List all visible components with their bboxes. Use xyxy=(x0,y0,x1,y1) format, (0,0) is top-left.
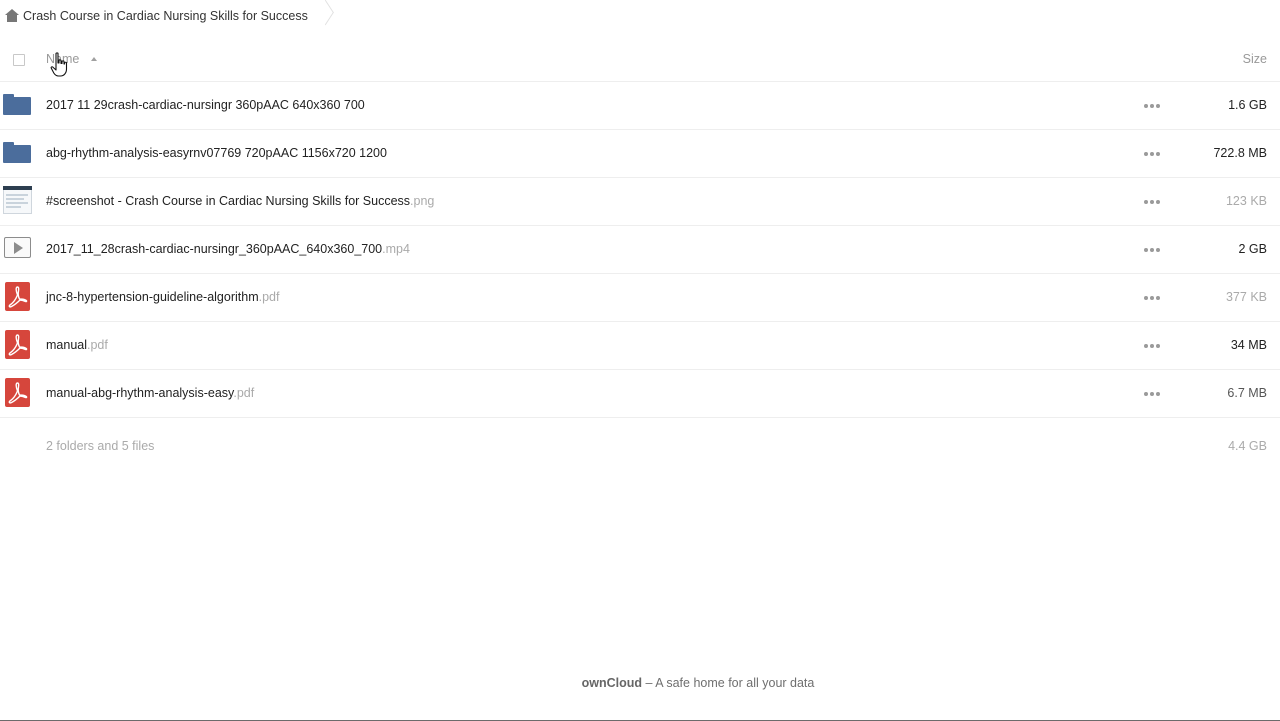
file-basename: jnc-8-hypertension-guideline-algorithm xyxy=(46,290,259,304)
file-count: 2 folders and 5 files xyxy=(46,439,155,453)
footer-tagline: – A safe home for all your data xyxy=(642,676,815,690)
file-basename: 2017 11 29crash-cardiac-nursingr 360pAAC… xyxy=(46,98,365,112)
file-size: 34 MB xyxy=(1230,338,1267,352)
image-icon[interactable] xyxy=(3,186,32,216)
file-size: 2 GB xyxy=(1238,242,1268,256)
file-row[interactable]: 2017 11 29crash-cardiac-nursingr 360pAAC… xyxy=(0,82,1280,130)
file-basename: 2017_11_28crash-cardiac-nursingr_360pAAC… xyxy=(46,242,383,256)
file-row[interactable]: 2017_11_28crash-cardiac-nursingr_360pAAC… xyxy=(0,226,1280,274)
file-list-header: Name Size xyxy=(0,36,1280,82)
file-basename: #screenshot - Crash Course in Cardiac Nu… xyxy=(46,194,411,208)
file-list: 2017 11 29crash-cardiac-nursingr 360pAAC… xyxy=(0,82,1280,418)
breadcrumb-current-folder[interactable]: Crash Course in Cardiac Nursing Skills f… xyxy=(23,9,308,23)
file-name[interactable]: manual-abg-rhythm-analysis-easy.pdf xyxy=(46,386,254,400)
more-actions-icon[interactable] xyxy=(1144,104,1160,108)
file-size: 722.8 MB xyxy=(1213,146,1267,160)
file-row[interactable]: manual-abg-rhythm-analysis-easy.pdf 6.7 M… xyxy=(0,370,1280,418)
file-basename: manual xyxy=(46,338,87,352)
folder-icon[interactable] xyxy=(3,90,32,120)
more-actions-icon[interactable] xyxy=(1144,248,1160,252)
file-name[interactable]: manual.pdf xyxy=(46,338,108,352)
file-name[interactable]: 2017 11 29crash-cardiac-nursingr 360pAAC… xyxy=(46,98,365,112)
more-actions-icon[interactable] xyxy=(1144,200,1160,204)
name-column-label: Name xyxy=(46,52,80,66)
footer-brand: ownCloud xyxy=(581,676,643,690)
size-column-header[interactable]: Size xyxy=(1243,52,1267,66)
file-name[interactable]: 2017_11_28crash-cardiac-nursingr_360pAAC… xyxy=(46,242,410,256)
file-extension: .pdf xyxy=(258,290,280,304)
more-actions-icon[interactable] xyxy=(1144,392,1160,396)
sort-ascending-icon xyxy=(91,57,98,61)
file-name[interactable]: #screenshot - Crash Course in Cardiac Nu… xyxy=(46,194,434,208)
file-extension: .mp4 xyxy=(382,242,410,256)
select-all-checkbox[interactable] xyxy=(13,54,25,66)
files-page: Crash Course in Cardiac Nursing Skills f… xyxy=(0,0,1280,721)
folder-icon[interactable] xyxy=(3,138,32,168)
file-row[interactable]: jnc-8-hypertension-guideline-algorithm.p… xyxy=(0,274,1280,322)
file-basename: abg-rhythm-analysis-easyrnv07769 720pAAC… xyxy=(46,146,387,160)
file-row[interactable]: manual.pdf 34 MB xyxy=(0,322,1280,370)
file-size: 1.6 GB xyxy=(1228,98,1267,112)
file-name[interactable]: abg-rhythm-analysis-easyrnv07769 720pAAC… xyxy=(46,146,387,160)
home-icon[interactable] xyxy=(5,9,19,23)
breadcrumb: Crash Course in Cardiac Nursing Skills f… xyxy=(0,0,328,32)
more-actions-icon[interactable] xyxy=(1144,296,1160,300)
file-row[interactable]: abg-rhythm-analysis-easyrnv07769 720pAAC… xyxy=(0,130,1280,178)
name-column-header[interactable]: Name xyxy=(46,52,98,66)
file-summary-row: 2 folders and 5 files 4.4 GB xyxy=(0,429,1280,463)
more-actions-icon[interactable] xyxy=(1144,152,1160,156)
file-name[interactable]: jnc-8-hypertension-guideline-algorithm.p… xyxy=(46,290,279,304)
more-actions-icon[interactable] xyxy=(1144,344,1160,348)
video-icon[interactable] xyxy=(3,234,32,264)
pdf-icon[interactable] xyxy=(3,282,32,312)
pdf-icon[interactable] xyxy=(3,378,32,408)
file-size: 123 KB xyxy=(1225,194,1267,208)
total-size: 4.4 GB xyxy=(1228,439,1267,453)
file-extension: .pdf xyxy=(87,338,108,352)
file-size: 6.7 MB xyxy=(1227,386,1267,400)
footer: ownCloud – A safe home for all your data xyxy=(0,676,1280,690)
file-row[interactable]: #screenshot - Crash Course in Cardiac Nu… xyxy=(0,178,1280,226)
file-basename: manual-abg-rhythm-analysis-easy xyxy=(46,386,234,400)
file-extension: .pdf xyxy=(233,386,255,400)
file-size: 377 KB xyxy=(1225,290,1267,304)
file-extension: .png xyxy=(410,194,435,208)
pdf-icon[interactable] xyxy=(3,330,32,360)
breadcrumb-separator xyxy=(318,1,328,31)
